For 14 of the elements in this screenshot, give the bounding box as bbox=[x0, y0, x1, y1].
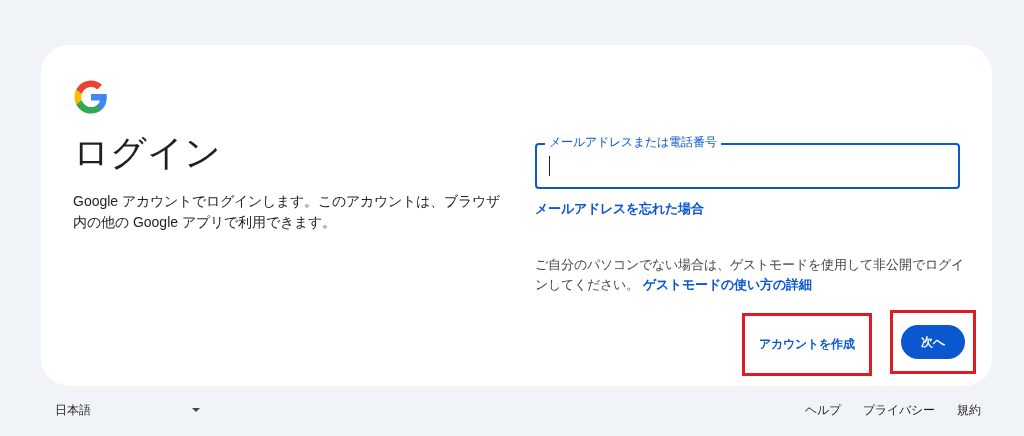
guest-mode-link[interactable]: ゲストモードの使い方の詳細 bbox=[642, 276, 812, 292]
page-title: ログイン bbox=[73, 131, 221, 175]
forgot-email-link[interactable]: メールアドレスを忘れた場合 bbox=[535, 199, 704, 219]
dropdown-caret-icon bbox=[192, 408, 200, 412]
footer-link[interactable]: 規約 bbox=[957, 401, 981, 419]
footer-link[interactable]: ヘルプ bbox=[805, 401, 841, 419]
next-button[interactable]: 次へ bbox=[901, 324, 965, 359]
footer-link[interactable]: プライバシー bbox=[863, 401, 935, 419]
google-logo-icon bbox=[73, 79, 109, 115]
language-label: 日本語 bbox=[55, 402, 91, 419]
description-text: Google アカウントでログインします。このアカウントは、ブラウザ内の他の Google アプリで利用できます。 bbox=[73, 192, 502, 232]
guest-mode-notice: ご自分のパソコンでない場合は、ゲストモードを使用して非公開でログインしてください。 ゲストモードの使い方の詳細 bbox=[535, 255, 965, 294]
language-select[interactable]: 日本語 bbox=[55, 401, 200, 419]
create-account-button[interactable]: アカウントを作成 bbox=[747, 327, 867, 361]
